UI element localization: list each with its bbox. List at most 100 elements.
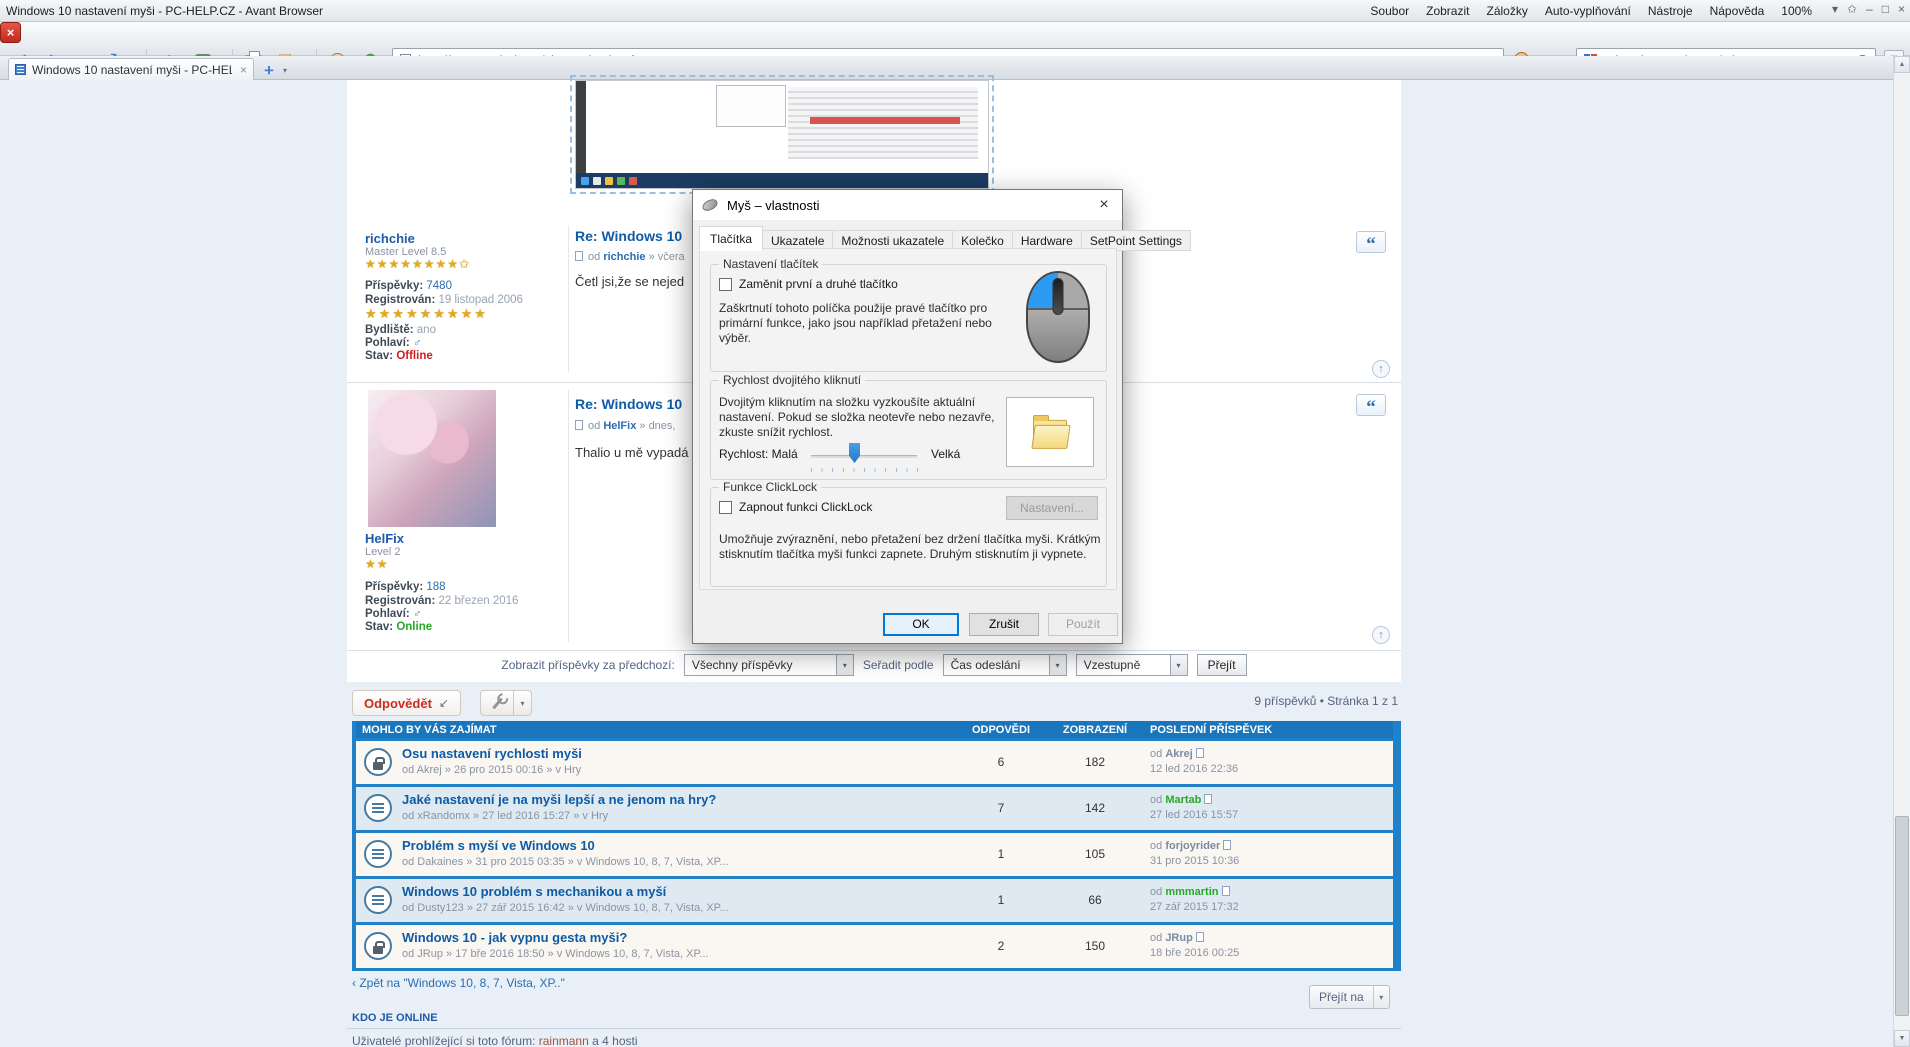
reply-arrow-icon: ↙ [439, 696, 449, 710]
post-author-name[interactable]: richchie [365, 231, 415, 246]
replies-count: 6 [956, 755, 1046, 769]
topic-title-link[interactable]: Problém s myší ve Windows 10 [402, 838, 595, 853]
new-tab-button[interactable]: + [264, 61, 274, 81]
quote-button[interactable]: “ [1356, 231, 1386, 253]
dialog-close-button[interactable]: × [1087, 191, 1121, 219]
last-poster-link[interactable]: mmmartin [1165, 886, 1218, 898]
checkbox-icon[interactable] [719, 278, 732, 291]
jump-to-button[interactable]: Přejít na ▾ [1309, 985, 1390, 1009]
meta-author-link[interactable]: richchie [603, 251, 645, 263]
show-posts-select[interactable]: Všechny příspěvky▾ [684, 654, 854, 676]
goto-post-icon[interactable] [1222, 886, 1230, 896]
group-description: Umožňuje zvýraznění, nebo přetažení bez … [719, 532, 1101, 562]
menu-zalozky[interactable]: Záložky [1486, 4, 1527, 18]
post-subject[interactable]: Re: Windows 10 [575, 396, 682, 412]
topic-title-link[interactable]: Windows 10 problém s mechanikou a myší [402, 884, 666, 899]
gender-label: Pohlaví: [365, 337, 410, 349]
group-description: Zaškrtnutí tohoto políčka použije pravé … [719, 301, 993, 346]
reply-button[interactable]: Odpovědět↙ [352, 690, 461, 716]
last-poster-link[interactable]: forjoyrider [1165, 840, 1220, 852]
zoom-level[interactable]: 100% [1781, 4, 1812, 18]
topic-tools-caret-button[interactable]: ▾ [514, 690, 532, 716]
goto-post-icon[interactable] [1204, 794, 1212, 804]
posts-label: Příspěvky: [365, 280, 423, 292]
tab-bar: Windows 10 nastavení myši - PC-HELP.... … [0, 56, 1910, 80]
last-poster-link[interactable]: Martab [1165, 794, 1201, 806]
ok-button[interactable]: OK [883, 613, 959, 636]
scrollbar-up-icon[interactable]: ▲ [1894, 56, 1910, 73]
menu-auto-vyplnovani[interactable]: Auto-vyplňování [1545, 4, 1631, 18]
scroll-top-button[interactable]: ↑ [1372, 360, 1390, 378]
go-submit-button[interactable]: Přejít [1197, 654, 1247, 676]
topic-title-link[interactable]: Windows 10 - jak vypnu gesta myši? [402, 930, 627, 945]
scrollbar-down-icon[interactable]: ▼ [1894, 1030, 1910, 1047]
meta-od: od [588, 420, 600, 432]
dialog-title-bar[interactable]: Myš – vlastnosti [693, 190, 1122, 220]
sort-direction-select[interactable]: Vzestupně▾ [1076, 654, 1188, 676]
tab-tlacitka[interactable]: Tlačítka [699, 226, 763, 251]
post-screenshot-thumbnail[interactable] [575, 80, 989, 189]
close-icon: × [1099, 196, 1108, 214]
menu-napoveda[interactable]: Nápověda [1710, 4, 1765, 18]
mouse-illustration [1026, 271, 1090, 363]
meta-author-link[interactable]: HelFix [603, 420, 636, 432]
topic-title-link[interactable]: Jaké nastavení je na myši lepší a ne jen… [402, 792, 716, 807]
select-caret-icon: ▾ [1170, 655, 1187, 675]
restore-icon[interactable]: □ [1882, 2, 1889, 16]
last-poster-link[interactable]: JRup [1165, 932, 1193, 944]
post-subject[interactable]: Re: Windows 10 [575, 228, 682, 244]
scrollbar-thumb[interactable] [1895, 816, 1909, 1016]
goto-post-icon[interactable] [1196, 748, 1204, 758]
topic-title-link[interactable]: Osu nastavení rychlosti myši [402, 746, 582, 761]
table-row: Osu nastavení rychlosti myši od Akrej » … [356, 741, 1393, 784]
goto-post-icon[interactable] [1196, 932, 1204, 942]
goto-post-icon[interactable] [1223, 840, 1231, 850]
topic-tools-button[interactable] [480, 690, 514, 716]
replies-count: 1 [956, 847, 1046, 861]
last-poster-link[interactable]: Akrej [1165, 748, 1193, 760]
meta-date: » včera [649, 251, 685, 263]
post-author-name[interactable]: HelFix [365, 531, 404, 546]
tab-title: Windows 10 nastavení myši - PC-HELP.... [32, 63, 232, 77]
posts-value: 7480 [426, 280, 452, 292]
new-tab-caret-icon[interactable]: ▾ [283, 66, 287, 75]
screenshot-taskbar [576, 173, 988, 188]
checkbox-icon[interactable] [719, 501, 732, 514]
folder-icon[interactable] [1033, 420, 1067, 447]
speed-slider-thumb[interactable] [849, 443, 860, 463]
scroll-top-button[interactable]: ↑ [1372, 626, 1390, 644]
cancel-button[interactable]: Zrušit [969, 613, 1039, 636]
clicklock-group: Funkce ClickLock Zapnout funkci ClickLoc… [710, 487, 1107, 587]
page-scrollbar[interactable]: ▲ ▼ [1893, 56, 1910, 1047]
back-to-forum-link[interactable]: ‹ Zpět na "Windows 10, 8, 7, Vista, XP..… [352, 976, 565, 990]
registered-label: Registrován: [365, 294, 435, 306]
meta-date: » dnes, [639, 420, 675, 432]
double-click-test-area[interactable] [1006, 397, 1094, 467]
stop-button[interactable]: × [0, 22, 21, 43]
tab-active[interactable]: Windows 10 nastavení myši - PC-HELP.... … [8, 58, 254, 80]
chevron-down-icon[interactable]: ▾ [1832, 2, 1838, 16]
apply-button: Použít [1048, 613, 1118, 636]
close-icon[interactable]: × [1898, 2, 1905, 16]
online-user-link[interactable]: rainmann [539, 1034, 589, 1047]
avatar[interactable] [368, 390, 496, 527]
mouse-properties-dialog: Myš – vlastnosti × Tlačítka Ukazatele Mo… [692, 189, 1123, 644]
menu-zobrazit[interactable]: Zobrazit [1426, 4, 1469, 18]
topic-meta: od JRup » 17 bře 2016 18:50 » v Windows … [402, 948, 709, 960]
post-meta: od richchie » včera [575, 251, 685, 263]
column-last-post: POSLEDNÍ PŘÍSPĚVEK [1150, 724, 1272, 736]
menu-nastroje[interactable]: Nástroje [1648, 4, 1693, 18]
star-icon[interactable]: ✩ [1847, 2, 1857, 16]
sort-by-select[interactable]: Čas odeslání▾ [943, 654, 1067, 676]
swap-buttons-checkbox-row[interactable]: Zaměnit první a druhé tlačítko [719, 277, 898, 291]
menu-soubor[interactable]: Soubor [1370, 4, 1409, 18]
gender-row: Pohlaví: ♂ [365, 608, 422, 620]
clicklock-checkbox-row[interactable]: Zapnout funkci ClickLock [719, 500, 872, 514]
minimize-icon[interactable]: – [1866, 2, 1873, 16]
quote-button[interactable]: “ [1356, 394, 1386, 416]
tab-close-icon[interactable]: × [240, 63, 247, 77]
related-topics-table: MOHLO BY VÁS ZAJÍMAT ODPOVĚDI ZOBRAZENÍ … [352, 721, 1401, 971]
speed-slider-track[interactable] [811, 455, 917, 458]
jump-caret-icon: ▾ [1373, 986, 1389, 1008]
male-icon: ♂ [413, 337, 422, 349]
